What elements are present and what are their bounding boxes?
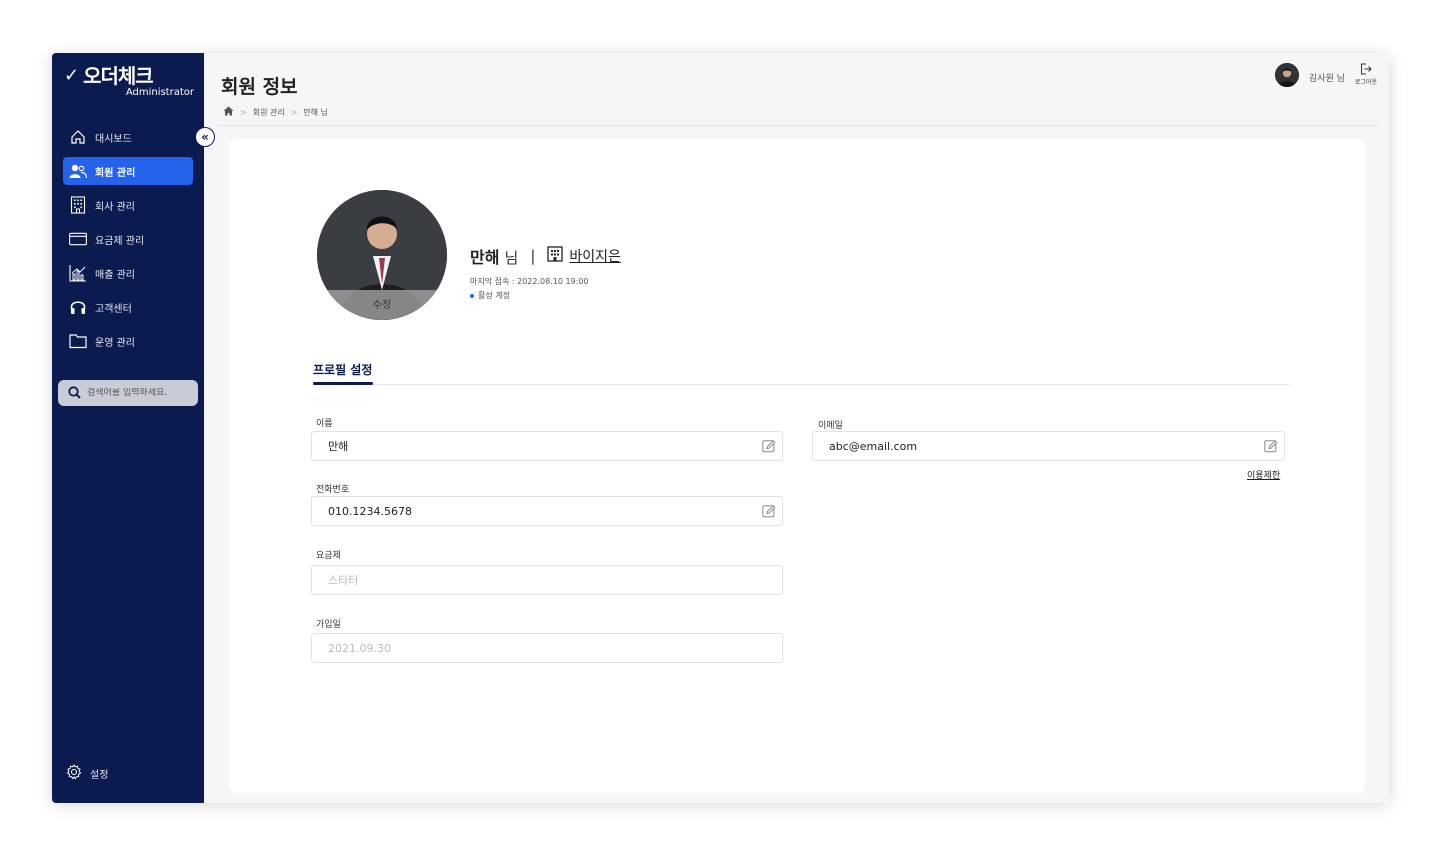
- user-name: 김사원 님: [1308, 74, 1345, 84]
- sidebar-collapse-button[interactable]: «: [195, 127, 215, 147]
- sidebar-item-sales[interactable]: 매출 관리: [63, 259, 193, 287]
- plan-field: 스타터: [311, 565, 783, 595]
- search-icon[interactable]: [68, 384, 81, 403]
- folder-icon: [69, 332, 87, 350]
- sidebar-item-label: 매출 관리: [95, 269, 135, 281]
- profile-photo[interactable]: 수정: [317, 190, 447, 320]
- logout-button[interactable]: 로그아웃: [1355, 63, 1377, 86]
- last-access: 마지막 접속 : 2022.08.10 19:00: [470, 277, 589, 286]
- user-area: 김사원 님 로그아웃: [1274, 63, 1377, 87]
- building-icon: [69, 196, 87, 214]
- member-honorific: 님: [504, 249, 519, 267]
- avatar[interactable]: [1274, 63, 1299, 87]
- sidebar-item-label: 대시보드: [95, 133, 132, 145]
- member-name: 만해: [470, 248, 500, 267]
- logout-label: 로그아웃: [1354, 79, 1377, 86]
- phone-value: 010.1234.5678: [328, 504, 412, 518]
- card-icon: [69, 230, 87, 248]
- sidebar-item-support[interactable]: 고객센터: [63, 293, 193, 321]
- settings-button[interactable]: 설정: [66, 764, 108, 783]
- name-label: 이름: [316, 419, 333, 429]
- header-divider: [218, 125, 1377, 126]
- sidebar-item-label: 회원 관리: [95, 167, 136, 179]
- users-icon: [69, 162, 87, 180]
- edit-icon[interactable]: [762, 504, 776, 518]
- email-label: 이메일: [818, 421, 843, 431]
- restrict-link[interactable]: 이용제한: [1247, 468, 1280, 481]
- photo-edit-label: 수정: [372, 299, 392, 311]
- sidebar-item-label: 회사 관리: [95, 201, 135, 213]
- logo-subtitle: Administrator: [125, 87, 194, 98]
- member-detail-card: 수정 만해 님 | 바이지은 마지막 접속 : 2022.08.10 19:00: [229, 139, 1365, 793]
- search-input[interactable]: [87, 388, 187, 398]
- breadcrumb-item[interactable]: 회원 관리: [253, 107, 285, 118]
- name-field[interactable]: 만해: [311, 431, 783, 461]
- tab-indicator: [313, 382, 373, 385]
- sidebar-item-label: 운영 관리: [95, 337, 135, 349]
- company-name: 바이지은: [569, 249, 621, 265]
- sidebar-search: [58, 380, 198, 406]
- company-link[interactable]: 바이지은: [547, 246, 621, 266]
- join-date-value: 2021.09.30: [328, 641, 391, 655]
- chart-icon: [69, 264, 87, 282]
- status-text: 활성 계정: [478, 291, 510, 300]
- phone-field[interactable]: 010.1234.5678: [311, 496, 783, 526]
- page-header: 회원 정보 > 회원 관리 > 만해 님 김사원 님 로그아웃: [204, 53, 1389, 127]
- gear-icon: [66, 764, 82, 783]
- edit-icon[interactable]: [762, 439, 776, 453]
- name-separator: |: [530, 247, 536, 265]
- breadcrumb: > 회원 관리 > 만해 님: [223, 106, 328, 118]
- home-icon[interactable]: [223, 106, 234, 118]
- sidebar-item-members[interactable]: 회원 관리: [63, 157, 193, 185]
- chevron-right-icon: >: [240, 107, 247, 117]
- sidebar: ✓ 오더체크 Administrator 대시보드 회원 관리 회사 관리 요금…: [52, 53, 204, 803]
- sidebar-nav: 대시보드 회원 관리 회사 관리 요금제 관리 매출 관리 고객센터 운영 관리: [63, 123, 193, 361]
- profile-info: 만해 님 | 바이지은 마지막 접속 : 2022.08.10 19:00 활성…: [470, 244, 621, 301]
- phone-label: 전화번호: [316, 485, 350, 495]
- logout-icon: [1360, 63, 1372, 77]
- chevron-right-icon: >: [290, 107, 298, 117]
- app-logo[interactable]: ✓ 오더체크 Administrator: [64, 65, 194, 101]
- check-icon: ✓: [64, 65, 80, 86]
- edit-icon[interactable]: [1264, 439, 1278, 453]
- tab-profile-settings[interactable]: 프로필 설정: [313, 361, 372, 384]
- email-value: abc@email.com: [829, 439, 918, 453]
- sidebar-item-companies[interactable]: 회사 관리: [63, 191, 193, 219]
- join-date-label: 가입일: [316, 620, 341, 630]
- double-chevron-left-icon: «: [201, 130, 209, 144]
- name-value: 만해: [328, 440, 349, 453]
- breadcrumb-item: 만해 님: [303, 107, 329, 117]
- photo-edit-button[interactable]: 수정: [317, 290, 447, 320]
- status-badge: 활성 계정: [470, 290, 621, 301]
- sidebar-item-dashboard[interactable]: 대시보드: [63, 123, 193, 151]
- join-date-field: 2021.09.30: [311, 633, 783, 663]
- home-icon: [69, 128, 87, 146]
- headset-icon: [69, 298, 87, 316]
- sidebar-item-label: 고객센터: [95, 303, 132, 315]
- sidebar-item-operations[interactable]: 운영 관리: [63, 327, 193, 355]
- page-title: 회원 정보: [221, 76, 298, 98]
- status-dot: [470, 293, 474, 298]
- email-field[interactable]: abc@email.com: [812, 431, 1285, 461]
- logo-title: 오더체크: [83, 64, 154, 88]
- app-window: ✓ 오더체크 Administrator 대시보드 회원 관리 회사 관리 요금…: [52, 53, 1389, 803]
- plan-label: 요금제: [316, 551, 341, 561]
- plan-value: 스타터: [328, 574, 359, 587]
- sidebar-item-label: 요금제 관리: [95, 235, 145, 247]
- profile-tabs: 프로필 설정: [313, 357, 1289, 385]
- sidebar-item-plans[interactable]: 요금제 관리: [63, 225, 193, 253]
- building-icon: [547, 246, 564, 266]
- settings-label: 설정: [90, 770, 109, 781]
